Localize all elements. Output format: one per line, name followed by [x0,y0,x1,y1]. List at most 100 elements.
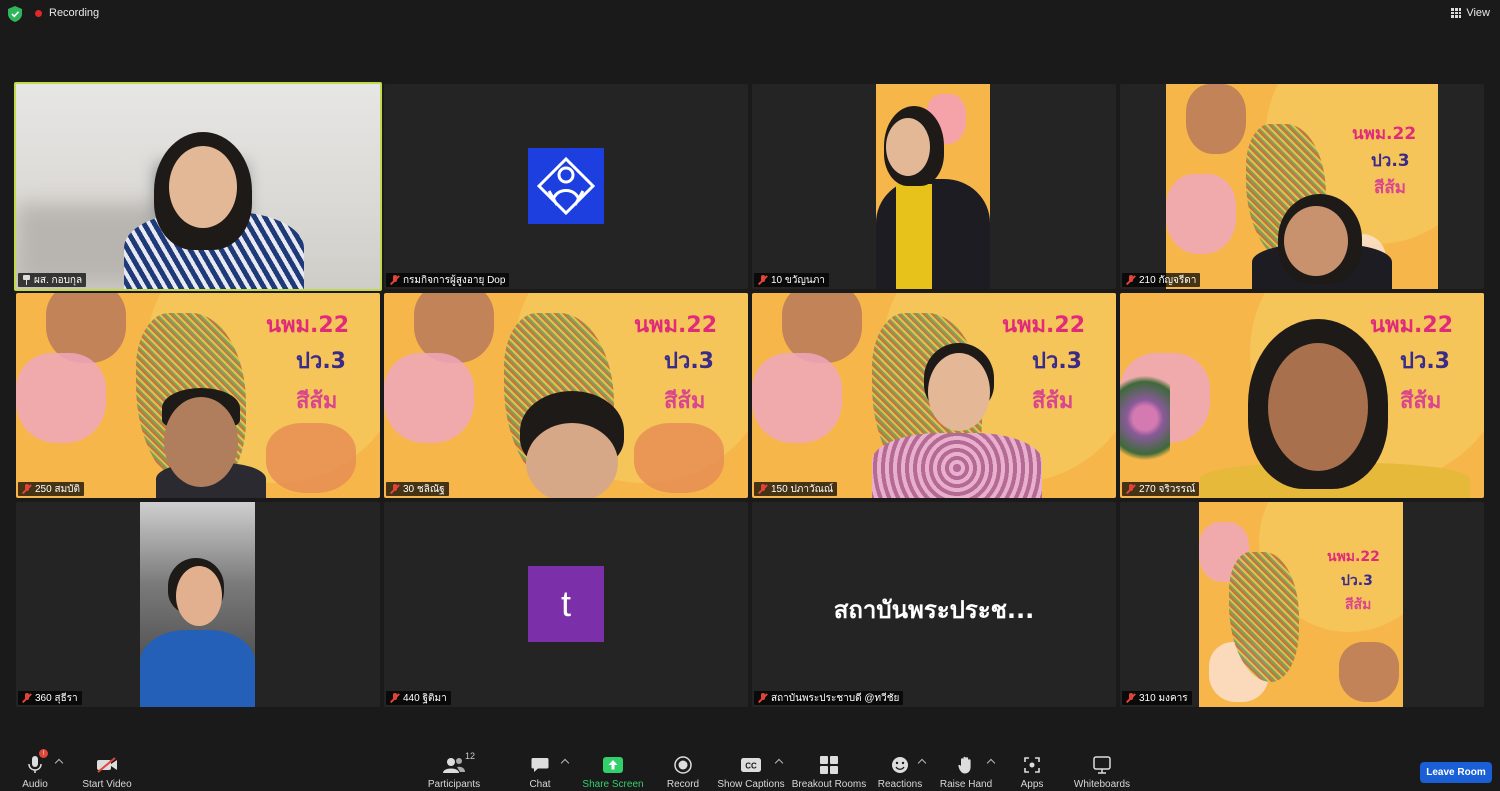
captions-options-chevron-icon[interactable] [775,757,783,765]
meeting-toolbar: ! Audio Start Video 12 Participants Chat… [0,743,1500,791]
mic-muted-icon [390,484,400,494]
record-button[interactable]: Record [664,743,702,791]
video-tile-440[interactable]: t 440 ฐิติมา [384,502,748,707]
participant-name-tag: 310 มงคาร [1122,691,1192,705]
participant-name: 250 สมบัติ [35,483,80,495]
whiteboards-button[interactable]: Whiteboards [1073,743,1131,791]
participant-name: ผส. กอบกุล [34,274,83,286]
video-tile-210[interactable]: นพม.22 ปว.3 สีส้ม 210 กัญจรีดา [1120,84,1484,289]
top-bar: Recording View [0,0,1500,28]
participant-name: สถาบันพระประชาบดี @ทวีชัย [771,692,900,704]
participant-name: 10 ขวัญนภา [771,274,825,286]
participant-name-tag: 250 สมบัติ [18,482,84,496]
video-tile-dop[interactable]: กรมกิจการผู้สูงอายุ Dop [384,84,748,289]
participant-name: 270 จริวรรณ์ [1139,483,1196,495]
chat-icon [531,755,549,775]
breakout-rooms-label: Breakout Rooms [791,779,867,790]
video-tile-310[interactable]: นพม.22 ปว.3 สีส้ม 310 มงคาร [1120,502,1484,707]
view-button[interactable]: View [1451,5,1490,21]
mic-muted-icon [22,693,32,703]
raise-hand-options-chevron-icon[interactable] [987,757,995,765]
reactions-button[interactable]: Reactions [878,743,922,791]
start-video-label: Start Video [82,779,132,790]
recording-dot-icon [35,9,42,17]
participant-name: 30 ชลิณัฐ [403,483,445,495]
video-tile-host[interactable]: ผส. กอบกุล [14,82,382,291]
participant-name: 440 ฐิติมา [403,692,447,704]
participant-video: นพม.22 ปว.3 สีส้ม [1199,502,1403,707]
participants-label: Participants [427,779,481,790]
participant-name: กรมกิจการผู้สูงอายุ Dop [403,274,506,286]
closed-captions-icon: CC [741,755,761,775]
participant-video: นพม.22 ปว.3 สีส้ม [384,293,748,498]
participant-name-tag: กรมกิจการผู้สูงอายุ Dop [386,273,510,287]
whiteboard-icon [1093,755,1111,775]
video-off-icon [96,755,118,775]
recording-indicator[interactable]: Recording [31,4,103,22]
video-tile-270[interactable]: นพม.22 ปว.3 สีส้ม 270 จริวรรณ์ [1120,293,1484,498]
leave-room-button[interactable]: Leave Room [1420,762,1492,783]
participant-name: 360 สุธีรา [35,692,78,704]
participant-video: นพม.22 ปว.3 สีส้ม [16,293,380,498]
participant-name-tag: 150 ปภาวัณณ์ [754,482,838,496]
breakout-rooms-icon [820,755,838,775]
participant-name: 210 กัญจรีดา [1139,274,1197,286]
participant-video: นพม.22 ปว.3 สีส้ม [752,293,1116,498]
chat-label: Chat [529,779,551,790]
whiteboards-label: Whiteboards [1073,779,1131,790]
participant-name-tag: สถาบันพระประชาบดี @ทวีชัย [754,691,904,705]
participants-button[interactable]: 12 Participants [426,743,482,791]
recording-label: Recording [49,7,100,19]
raise-hand-label: Raise Hand [939,779,993,790]
share-screen-label: Share Screen [582,779,644,790]
participant-name: 150 ปภาวัณณ์ [771,483,834,495]
chat-button[interactable]: Chat [526,743,554,791]
raised-hand-icon [958,755,974,775]
audio-label: Audio [22,779,48,790]
avatar-letter: t [528,566,604,642]
participant-name-tag: 210 กัญจรีดา [1122,273,1201,287]
audio-button[interactable]: ! Audio [20,743,50,791]
participant-name-tag: 270 จริวรรณ์ [1122,482,1200,496]
share-screen-icon [603,755,623,775]
video-tile-30[interactable]: นพม.22 ปว.3 สีส้ม 30 ชลิณัฐ [384,293,748,498]
audio-alert-badge: ! [39,749,48,758]
participant-name-tag: ผส. กอบกุล [18,273,87,287]
raise-hand-button[interactable]: Raise Hand [939,743,993,791]
mic-muted-icon [22,484,32,494]
share-screen-button[interactable]: Share Screen [582,743,644,791]
apps-button[interactable]: Apps [1018,743,1046,791]
video-tile-360[interactable]: 360 สุธีรา [16,502,380,707]
mic-muted-icon [758,693,768,703]
mic-muted-icon [1126,484,1136,494]
participants-icon: 12 [443,751,475,775]
video-tile-250[interactable]: นพม.22 ปว.3 สีส้ม 250 สมบัติ [16,293,380,498]
elderly-department-logo-icon [536,156,596,216]
smiley-face-icon [891,755,909,775]
show-captions-button[interactable]: CC Show Captions [717,743,785,791]
mic-muted-icon [758,275,768,285]
security-shield-icon[interactable] [8,6,22,22]
show-captions-label: Show Captions [717,779,785,790]
record-icon [674,755,692,775]
video-tile-institute[interactable]: สถาบันพระประช... สถาบันพระประชาบดี @ทวีช… [752,502,1116,707]
view-label: View [1466,7,1490,19]
audio-options-chevron-icon[interactable] [55,757,63,765]
participant-name-tag: 30 ชลิณัฐ [386,482,449,496]
start-video-button[interactable]: Start Video [80,743,134,791]
participant-name-tag: 440 ฐิติมา [386,691,451,705]
svg-text:CC: CC [745,762,757,771]
reactions-label: Reactions [877,779,923,790]
mic-muted-icon [1126,275,1136,285]
reactions-options-chevron-icon[interactable] [918,757,926,765]
participant-video [876,84,990,289]
mic-muted-icon [758,484,768,494]
breakout-rooms-button[interactable]: Breakout Rooms [791,743,867,791]
mic-muted-icon [1126,693,1136,703]
grid-view-icon [1451,8,1462,18]
participant-display-name: สถาบันพระประช... [833,596,1035,624]
video-tile-150[interactable]: นพม.22 ปว.3 สีส้ม 150 ปภาวัณณ์ [752,293,1116,498]
participant-name-tag: 360 สุธีรา [18,691,82,705]
chat-options-chevron-icon[interactable] [561,757,569,765]
video-tile-10[interactable]: 10 ขวัญนภา [752,84,1116,289]
